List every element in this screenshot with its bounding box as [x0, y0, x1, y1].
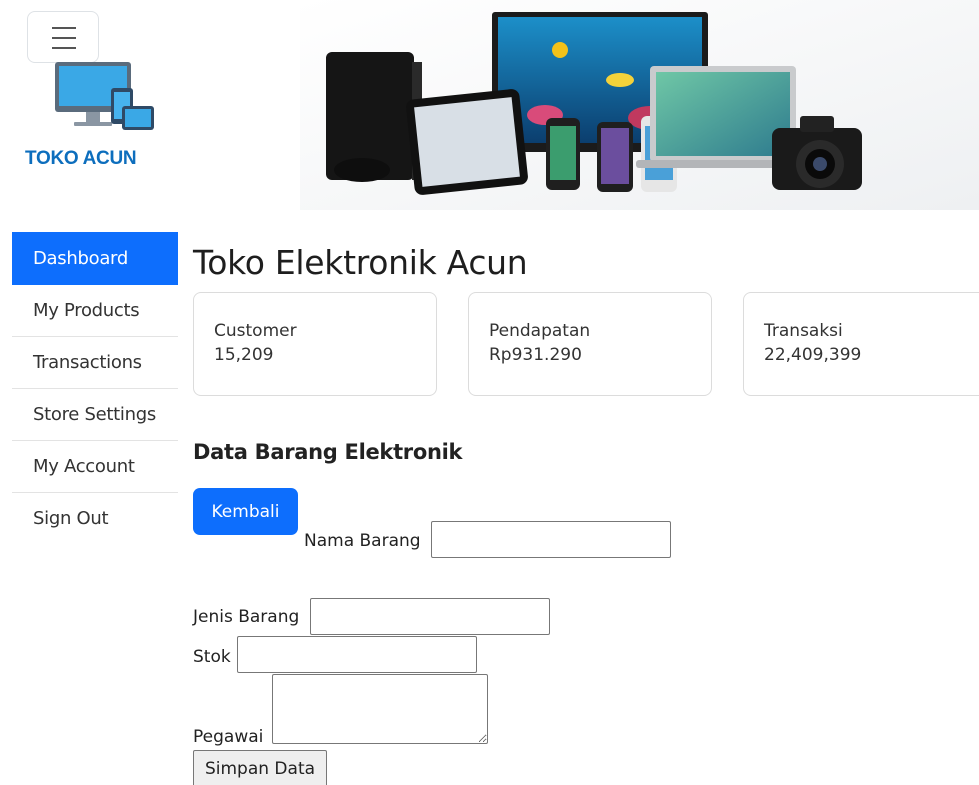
sidebar-item-dashboard[interactable]: Dashboard [12, 232, 178, 285]
sidebar-item-my-account[interactable]: My Account [12, 441, 178, 493]
stok-label: Stok [193, 647, 231, 667]
jenis-barang-input[interactable] [310, 598, 550, 635]
save-data-button[interactable]: Simpan Data [193, 750, 327, 785]
stat-value: 15,209 [214, 345, 274, 365]
section-title: Data Barang Elektronik [193, 440, 463, 464]
pegawai-textarea[interactable] [272, 674, 488, 744]
stat-label: Pendapatan [489, 321, 591, 341]
sidebar-item-sign-out[interactable]: Sign Out [12, 493, 178, 545]
hamburger-menu-icon [52, 27, 76, 29]
nama-barang-label: Nama Barang [304, 531, 421, 551]
stat-value: 22,409,399 [764, 345, 862, 365]
stok-input[interactable] [237, 636, 477, 673]
banner-image [300, 0, 979, 210]
pegawai-label: Pegawai [193, 727, 264, 747]
sidebar-nav: Dashboard My Products Transactions Store… [12, 232, 178, 545]
menu-toggle-button[interactable] [27, 11, 99, 63]
stat-card-customer: Customer 15,209 [193, 292, 437, 396]
jenis-barang-label: Jenis Barang [193, 607, 300, 627]
back-button[interactable]: Kembali [193, 488, 298, 535]
stat-card-pendapatan: Pendapatan Rp931.290 [468, 292, 712, 396]
sidebar-item-transactions[interactable]: Transactions [12, 337, 178, 389]
sidebar-item-my-products[interactable]: My Products [12, 285, 178, 337]
nama-barang-input[interactable] [431, 521, 671, 558]
stat-label: Transaksi [764, 321, 843, 341]
stat-value: Rp931.290 [489, 345, 582, 365]
stat-label: Customer [214, 321, 297, 341]
page-title: Toko Elektronik Acun [193, 243, 528, 282]
computer-devices-logo-icon [55, 62, 154, 130]
sidebar-item-store-settings[interactable]: Store Settings [12, 389, 178, 441]
brand-name: TOKO ACUN [25, 148, 137, 169]
stat-card-transaksi: Transaksi 22,409,399 [743, 292, 979, 396]
